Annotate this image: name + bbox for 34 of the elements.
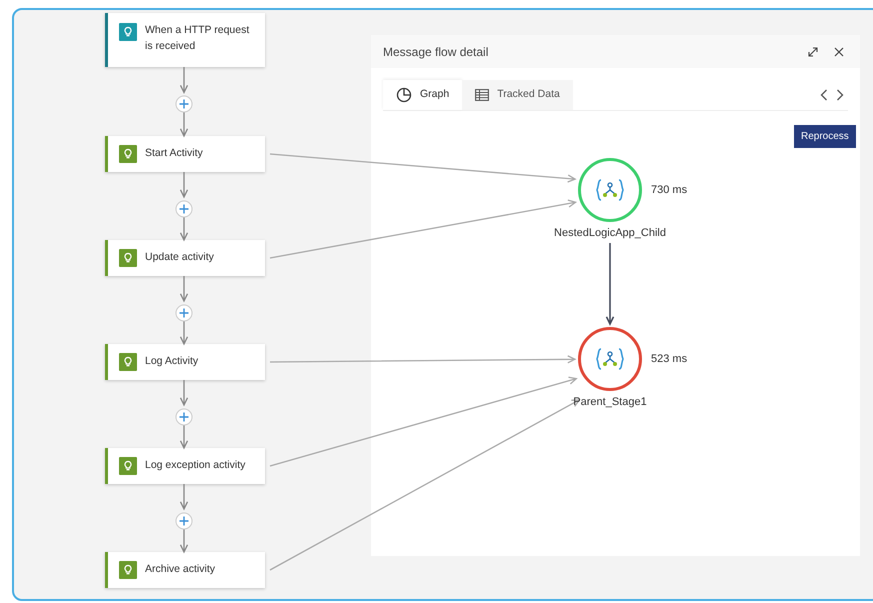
logic-app-icon [596, 348, 624, 370]
pie-chart-icon [396, 87, 412, 103]
tab[interactable]: Graph [383, 80, 462, 110]
action-card[interactable]: Start Activity [105, 136, 265, 172]
bulb-icon [119, 457, 137, 475]
chevron-left-icon [820, 88, 828, 101]
bulb-icon [119, 249, 137, 267]
connector-line [180, 66, 188, 94]
tab[interactable]: Tracked Data [462, 80, 573, 110]
bulb-icon [119, 353, 137, 371]
action-card[interactable]: Log exception activity [105, 448, 265, 484]
trigger-card[interactable]: When a HTTP request is received [105, 13, 265, 67]
action-card[interactable]: Archive activity [105, 552, 265, 588]
connector-arrow [180, 110, 188, 138]
connector-line [180, 483, 188, 510]
panel-title: Message flow detail [383, 44, 488, 60]
connector-line [180, 275, 188, 302]
action-card[interactable]: Update activity [105, 240, 265, 276]
bulb-icon [119, 145, 137, 163]
action-card[interactable]: Log Activity [105, 344, 265, 380]
chevron-right-icon [836, 88, 844, 101]
connector-line [180, 379, 188, 406]
bulb-icon [119, 23, 137, 41]
bulb-icon [119, 561, 137, 579]
logic-app-icon [596, 179, 624, 201]
close-icon [834, 47, 844, 58]
table-icon [475, 89, 490, 101]
node-label: NestedLogicApp_Child [554, 226, 666, 241]
expand-icon [808, 47, 818, 58]
reprocess-button[interactable]: Reprocess [794, 125, 856, 148]
duration-label: 523 ms [651, 352, 688, 367]
connector-line [180, 171, 188, 198]
duration-label: 730 ms [651, 183, 688, 198]
node-label: Parent_Stage1 [573, 395, 647, 410]
